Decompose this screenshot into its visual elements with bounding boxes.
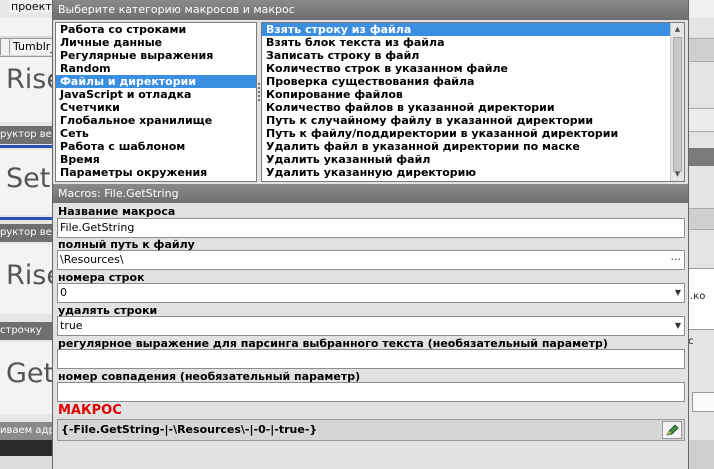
bg-block-header: иваем адр: [0, 422, 52, 440]
macro-list-scrollbar[interactable]: ▲ ▼: [670, 23, 684, 181]
category-item[interactable]: Random: [56, 62, 256, 75]
macro-name-field[interactable]: File.GetString: [57, 218, 685, 238]
category-item[interactable]: Глобальное хранилище: [56, 114, 256, 127]
file-path-field[interactable]: \Resources\ ···: [57, 250, 685, 270]
macro-item[interactable]: Количество файлов в указанной директории: [262, 101, 670, 114]
delete-lines-value: true: [60, 319, 83, 332]
category-item[interactable]: Параметры окружения: [56, 166, 256, 179]
dialog-bottom: [53, 443, 688, 469]
macro-name-label: Название макроса: [58, 205, 176, 218]
line-numbers-value: 0: [60, 286, 67, 299]
regex-field[interactable]: [57, 349, 685, 369]
category-item[interactable]: Работа с шаблоном: [56, 140, 256, 153]
bg-tab-tumblr[interactable]: Tumblr_: [9, 38, 52, 55]
category-item[interactable]: Сеть: [56, 127, 256, 140]
bg-right-text: .ко: [690, 291, 706, 302]
category-item[interactable]: Работа со строками: [56, 23, 256, 36]
pencil-icon: [666, 424, 679, 436]
macro-item[interactable]: Взять строку из файла: [262, 23, 670, 36]
copy-button[interactable]: [662, 421, 682, 439]
scroll-thumb[interactable]: [673, 37, 682, 172]
background-right-panel: .ко с: [686, 0, 714, 469]
category-item[interactable]: Личные данные: [56, 36, 256, 49]
category-item[interactable]: JavaScript и отладка: [56, 88, 256, 101]
macro-item[interactable]: Копирование файлов: [262, 88, 670, 101]
chevron-down-icon[interactable]: ▼: [675, 317, 681, 335]
category-item[interactable]: Файлы и директории: [56, 75, 256, 88]
macro-result-field[interactable]: {-File.GetString-|-\Resources\-|-0-|-tru…: [57, 419, 685, 441]
macro-item[interactable]: Удалить указанную директорию: [262, 166, 670, 179]
bg-block-word: Rise: [6, 64, 52, 95]
match-number-field[interactable]: [57, 382, 685, 402]
bg-block-header: руктор вет: [0, 224, 52, 242]
scroll-down-icon[interactable]: ▼: [671, 168, 684, 181]
category-item[interactable]: Регулярные выражения: [56, 49, 256, 62]
category-item[interactable]: Время: [56, 153, 256, 166]
category-list[interactable]: Работа со строками Личные данные Регулярны…: [55, 22, 257, 182]
chevron-down-icon[interactable]: ▼: [675, 284, 681, 302]
macro-item[interactable]: Путь к случайному файлу в указанной дире…: [262, 114, 670, 127]
macro-item[interactable]: Удалить файл в указанной директории по м…: [262, 140, 670, 153]
background-left-panel: проект Tumblr_ Rise руктор ве Set руктор…: [0, 0, 52, 469]
macro-dialog: Выберите категорию макросов и макрос Раб…: [52, 0, 689, 469]
macro-item[interactable]: Записать строку в файл: [262, 49, 670, 62]
category-item[interactable]: Счетчики: [56, 101, 256, 114]
bg-project-tab[interactable]: проект: [9, 0, 52, 13]
macro-name-value: File.GetString: [60, 221, 135, 234]
browse-button[interactable]: ···: [671, 251, 682, 269]
bg-dark-bar: [0, 440, 52, 456]
bg-block-word: Rise: [6, 260, 52, 291]
dialog-title: Выберите категорию макросов и макрос: [53, 0, 688, 20]
bg-block-header: строчку: [0, 322, 52, 340]
bg-tab-strip: Tumblr_: [0, 36, 52, 57]
macro-item[interactable]: Проверка существования файла: [262, 75, 670, 88]
line-numbers-select[interactable]: 0 ▼: [57, 283, 685, 303]
macro-item[interactable]: Взять блок текста из файла: [262, 36, 670, 49]
macro-item[interactable]: Количество строк в указанном файле: [262, 62, 670, 75]
scroll-up-icon[interactable]: ▲: [671, 23, 684, 36]
bg-right-block: [686, 208, 714, 230]
macro-label: МАКРОС: [58, 403, 122, 418]
delete-lines-select[interactable]: true ▼: [57, 316, 685, 336]
file-path-value: \Resources\: [60, 253, 124, 266]
bg-divider: [0, 145, 52, 148]
bg-right-block: [686, 108, 714, 132]
macros-header: Macros: File.GetString: [53, 184, 688, 203]
macro-item[interactable]: Удалить указанный файл: [262, 153, 670, 166]
bg-block-header: руктор ве: [0, 126, 52, 144]
macro-result-value: {-File.GetString-|-\Resources\-|-0-|-tru…: [61, 423, 318, 436]
bg-right-block: [686, 38, 714, 62]
macro-list[interactable]: Взять строку из файла Взять блок текста и…: [261, 22, 685, 182]
bg-divider: [0, 217, 52, 220]
macro-item[interactable]: Путь к файлу/поддиректории в указанной д…: [262, 127, 670, 140]
bg-block-word: Set: [6, 163, 51, 194]
bg-block-word: Get: [6, 358, 52, 389]
